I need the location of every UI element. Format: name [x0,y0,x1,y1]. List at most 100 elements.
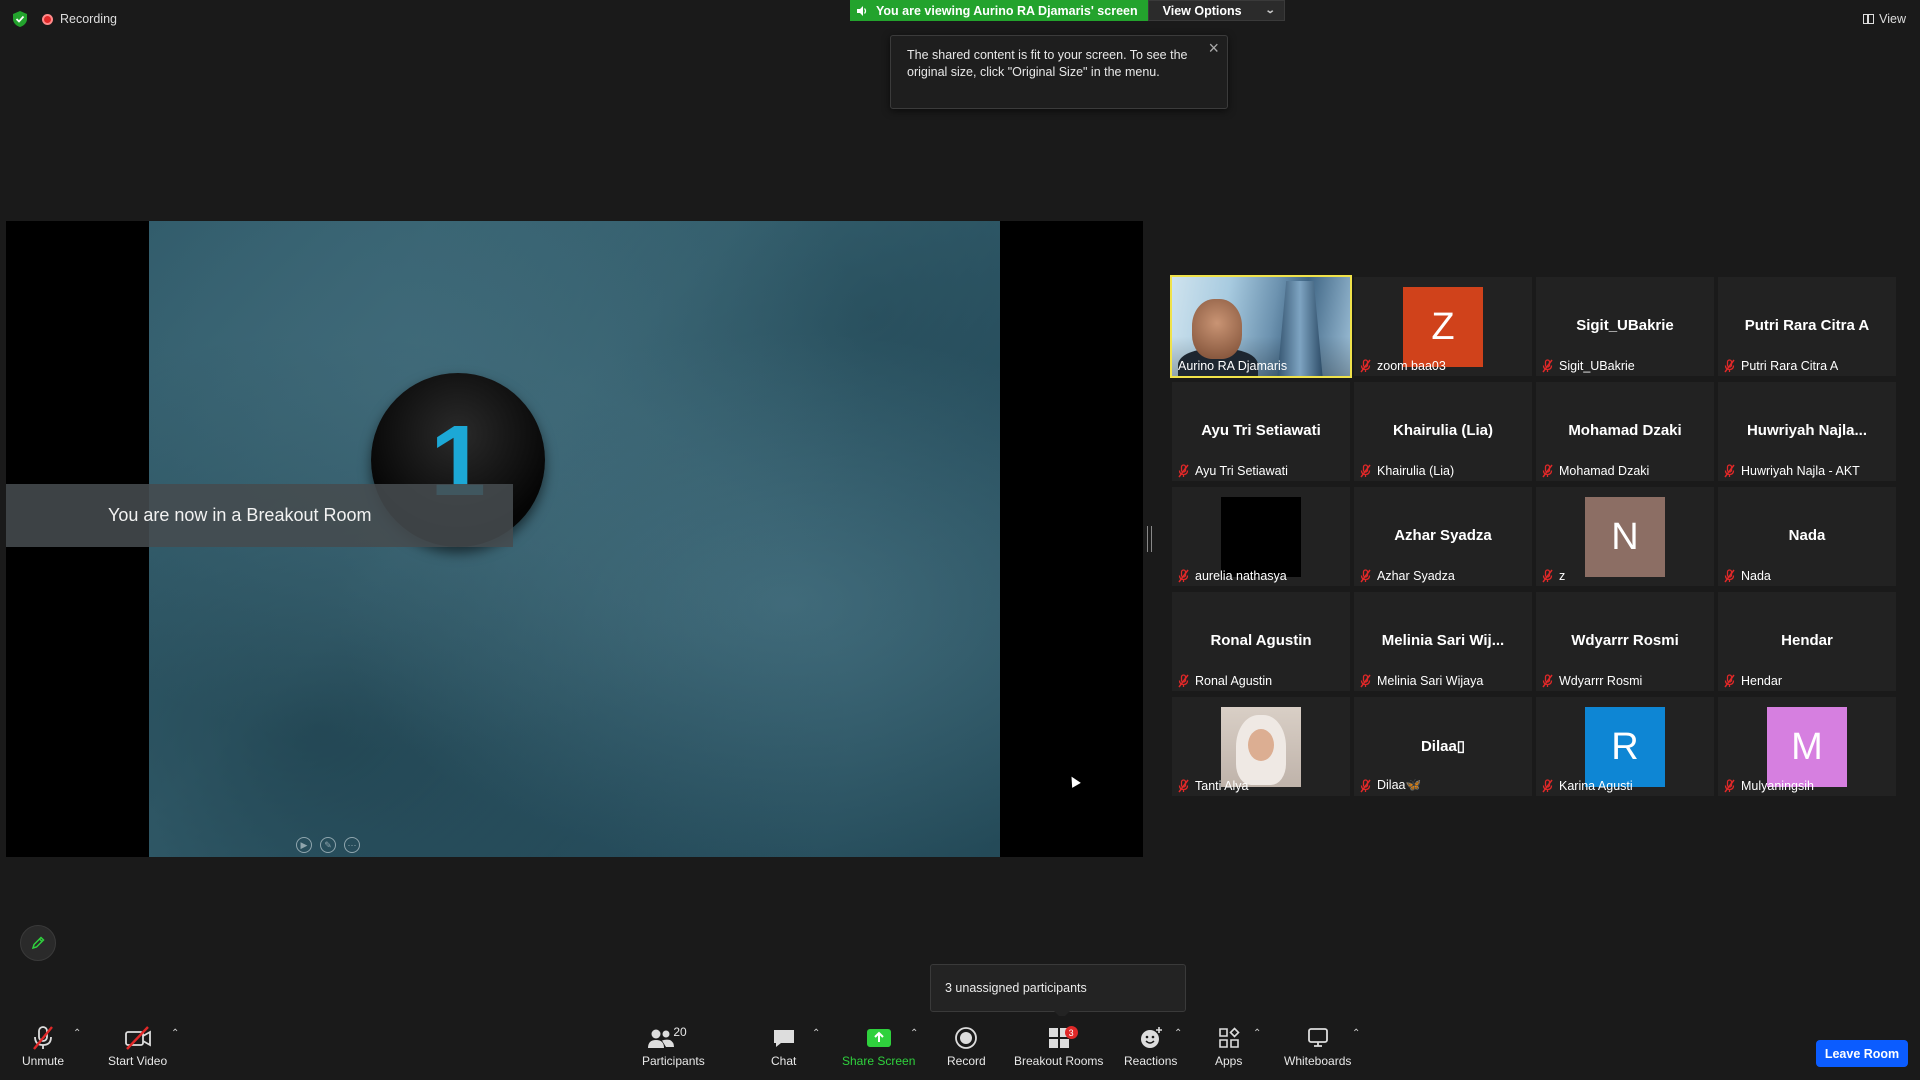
breakout-rooms-icon: 3 [1048,1024,1078,1052]
participant-tile[interactable]: Ronal Agustin Ronal Agustin [1172,592,1350,691]
reactions-button[interactable]: Reactions [1124,1024,1177,1068]
participant-tile[interactable]: aurelia nathasya [1172,487,1350,586]
breakout-badge: 3 [1064,1026,1078,1039]
gallery-view-icon [1863,14,1875,24]
participant-tile[interactable]: Aurino RA Djamaris [1170,275,1352,378]
participant-display-name: Wdyarrr Rosmi [1571,632,1679,649]
security-shield-icon[interactable] [12,10,28,28]
participant-name: Tanti Alya [1195,779,1249,793]
participant-name: Dilaa🦋 [1377,778,1422,792]
participant-avatar [1221,497,1301,577]
participant-tile[interactable]: Dilaa▯ Dilaa🦋 [1354,697,1532,796]
record-button[interactable]: Record [947,1024,986,1068]
video-options-caret-icon[interactable]: ⌃ [171,1028,179,1039]
muted-mic-icon [1360,569,1371,583]
participant-tile[interactable]: Putri Rara Citra A Putri Rara Citra A [1718,277,1896,376]
unmute-button[interactable]: Unmute [22,1024,64,1068]
participant-name-label: Khairulia (Lia) [1360,464,1454,478]
muted-mic-icon [1724,359,1735,373]
participant-name-label: zoom baa03 [1360,359,1446,373]
participant-tile[interactable]: Azhar Syadza Azhar Syadza [1354,487,1532,586]
recording-indicator[interactable]: Recording [42,12,117,26]
whiteboards-button[interactable]: Whiteboards [1284,1024,1351,1068]
participant-name-label: Huwriyah Najla - AKT [1724,464,1860,478]
participant-display-name: Azhar Syadza [1394,527,1492,544]
participant-display-name: Putri Rara Citra A [1744,317,1870,334]
participant-display-name: Huwriyah Najla... [1746,422,1868,439]
start-video-button[interactable]: Start Video [108,1024,167,1068]
participant-name-label: Azhar Syadza [1360,569,1455,583]
audio-options-caret-icon[interactable]: ⌃ [73,1028,81,1039]
participant-tile[interactable]: Hendar Hendar [1718,592,1896,691]
fit-to-screen-tooltip: The shared content is fit to your screen… [890,35,1228,109]
chat-button[interactable]: Chat [771,1024,796,1068]
leave-room-button[interactable]: Leave Room [1816,1040,1908,1067]
whiteboards-caret-icon[interactable]: ⌃ [1352,1028,1360,1039]
participant-name: Huwriyah Najla - AKT [1741,464,1860,478]
unassigned-text: 3 unassigned participants [945,981,1087,995]
unassigned-participants-popup[interactable]: 3 unassigned participants [930,964,1186,1019]
participant-name: Azhar Syadza [1377,569,1455,583]
apps-button[interactable]: Apps [1215,1024,1242,1068]
close-icon[interactable]: × [1208,39,1219,57]
share-screen-icon [866,1024,892,1052]
participant-display-name: Melinia Sari Wij... [1381,632,1505,649]
participant-tile[interactable]: M Mulyaningsih [1718,697,1896,796]
participant-tile[interactable]: R Karina Agusti [1536,697,1714,796]
participant-tile[interactable]: Tanti Alya [1172,697,1350,796]
chat-options-caret-icon[interactable]: ⌃ [812,1028,820,1039]
breakout-rooms-button[interactable]: 3 Breakout Rooms [1014,1024,1103,1068]
muted-mic-icon [1724,569,1735,583]
participant-tile[interactable]: Sigit_UBakrie Sigit_UBakrie [1536,277,1714,376]
participants-button[interactable]: 20 Participants [642,1024,705,1068]
participant-tile[interactable]: Huwriyah Najla... Huwriyah Najla - AKT [1718,382,1896,481]
share-options-caret-icon[interactable]: ⌃ [910,1028,918,1039]
muted-mic-icon [1360,674,1371,688]
view-options-label: View Options [1162,3,1242,18]
tooltip-text: The shared content is fit to your screen… [907,48,1188,79]
participant-tile[interactable]: Ayu Tri Setiawati Ayu Tri Setiawati [1172,382,1350,481]
muted-mic-icon [1542,779,1553,793]
slide-controls[interactable]: ▶ ✎ ⋯ [296,837,360,853]
more-icon[interactable]: ⋯ [344,837,360,853]
participant-tile[interactable]: Zzoom baa03 [1354,277,1532,376]
shared-screen[interactable]: 1 ▶ ✎ ⋯ You are now in a Breakout Room [6,221,1143,857]
participant-avatar: N [1585,497,1665,577]
chevron-down-icon: ⌄ [1264,5,1276,16]
pen-icon[interactable]: ✎ [320,837,336,853]
muted-mic-icon [1724,779,1735,793]
participant-tile[interactable]: Mohamad Dzaki Mohamad Dzaki [1536,382,1714,481]
participants-label: Participants [642,1054,705,1068]
participant-tile[interactable]: Wdyarrr Rosmi Wdyarrr Rosmi [1536,592,1714,691]
participant-name: Putri Rara Citra A [1741,359,1839,373]
view-button[interactable]: View [1863,12,1906,26]
share-screen-button[interactable]: Share Screen [842,1024,915,1068]
participant-name: Melinia Sari Wijaya [1377,674,1484,688]
screen-share-banner: You are viewing Aurino RA Djamaris' scre… [850,0,1285,21]
participant-name-label: Ayu Tri Setiawati [1178,464,1288,478]
photo-face [1248,729,1274,761]
reactions-label: Reactions [1124,1054,1178,1068]
recording-dot-icon [42,13,53,25]
reactions-caret-icon[interactable]: ⌃ [1174,1028,1182,1039]
participant-tile[interactable]: Melinia Sari Wij... Melinia Sari Wijaya [1354,592,1532,691]
muted-mic-icon [1542,359,1553,373]
view-options-button[interactable]: View Options ⌄ [1147,0,1285,21]
play-icon[interactable]: ▶ [296,837,312,853]
participant-tile[interactable]: Nz [1536,487,1714,586]
participant-tile[interactable]: Nada Nada [1718,487,1896,586]
participant-name-label: aurelia nathasya [1178,569,1287,583]
view-label: View [1879,12,1906,26]
participants-icon: 20 [647,1024,699,1052]
apps-caret-icon[interactable]: ⌃ [1253,1028,1261,1039]
participant-name: Ayu Tri Setiawati [1195,464,1288,478]
participant-name: Ronal Agustin [1195,674,1273,688]
breakout-room-banner: You are now in a Breakout Room [6,484,513,547]
participant-display-name: Sigit_UBakrie [1576,317,1674,334]
muted-microphone-icon [29,1024,57,1052]
participant-name: aurelia nathasya [1195,569,1287,583]
annotate-button[interactable] [20,925,56,961]
participant-display-name: Hendar [1781,632,1833,649]
panel-splitter-handle[interactable] [1147,526,1152,552]
participant-tile[interactable]: Khairulia (Lia) Khairulia (Lia) [1354,382,1532,481]
